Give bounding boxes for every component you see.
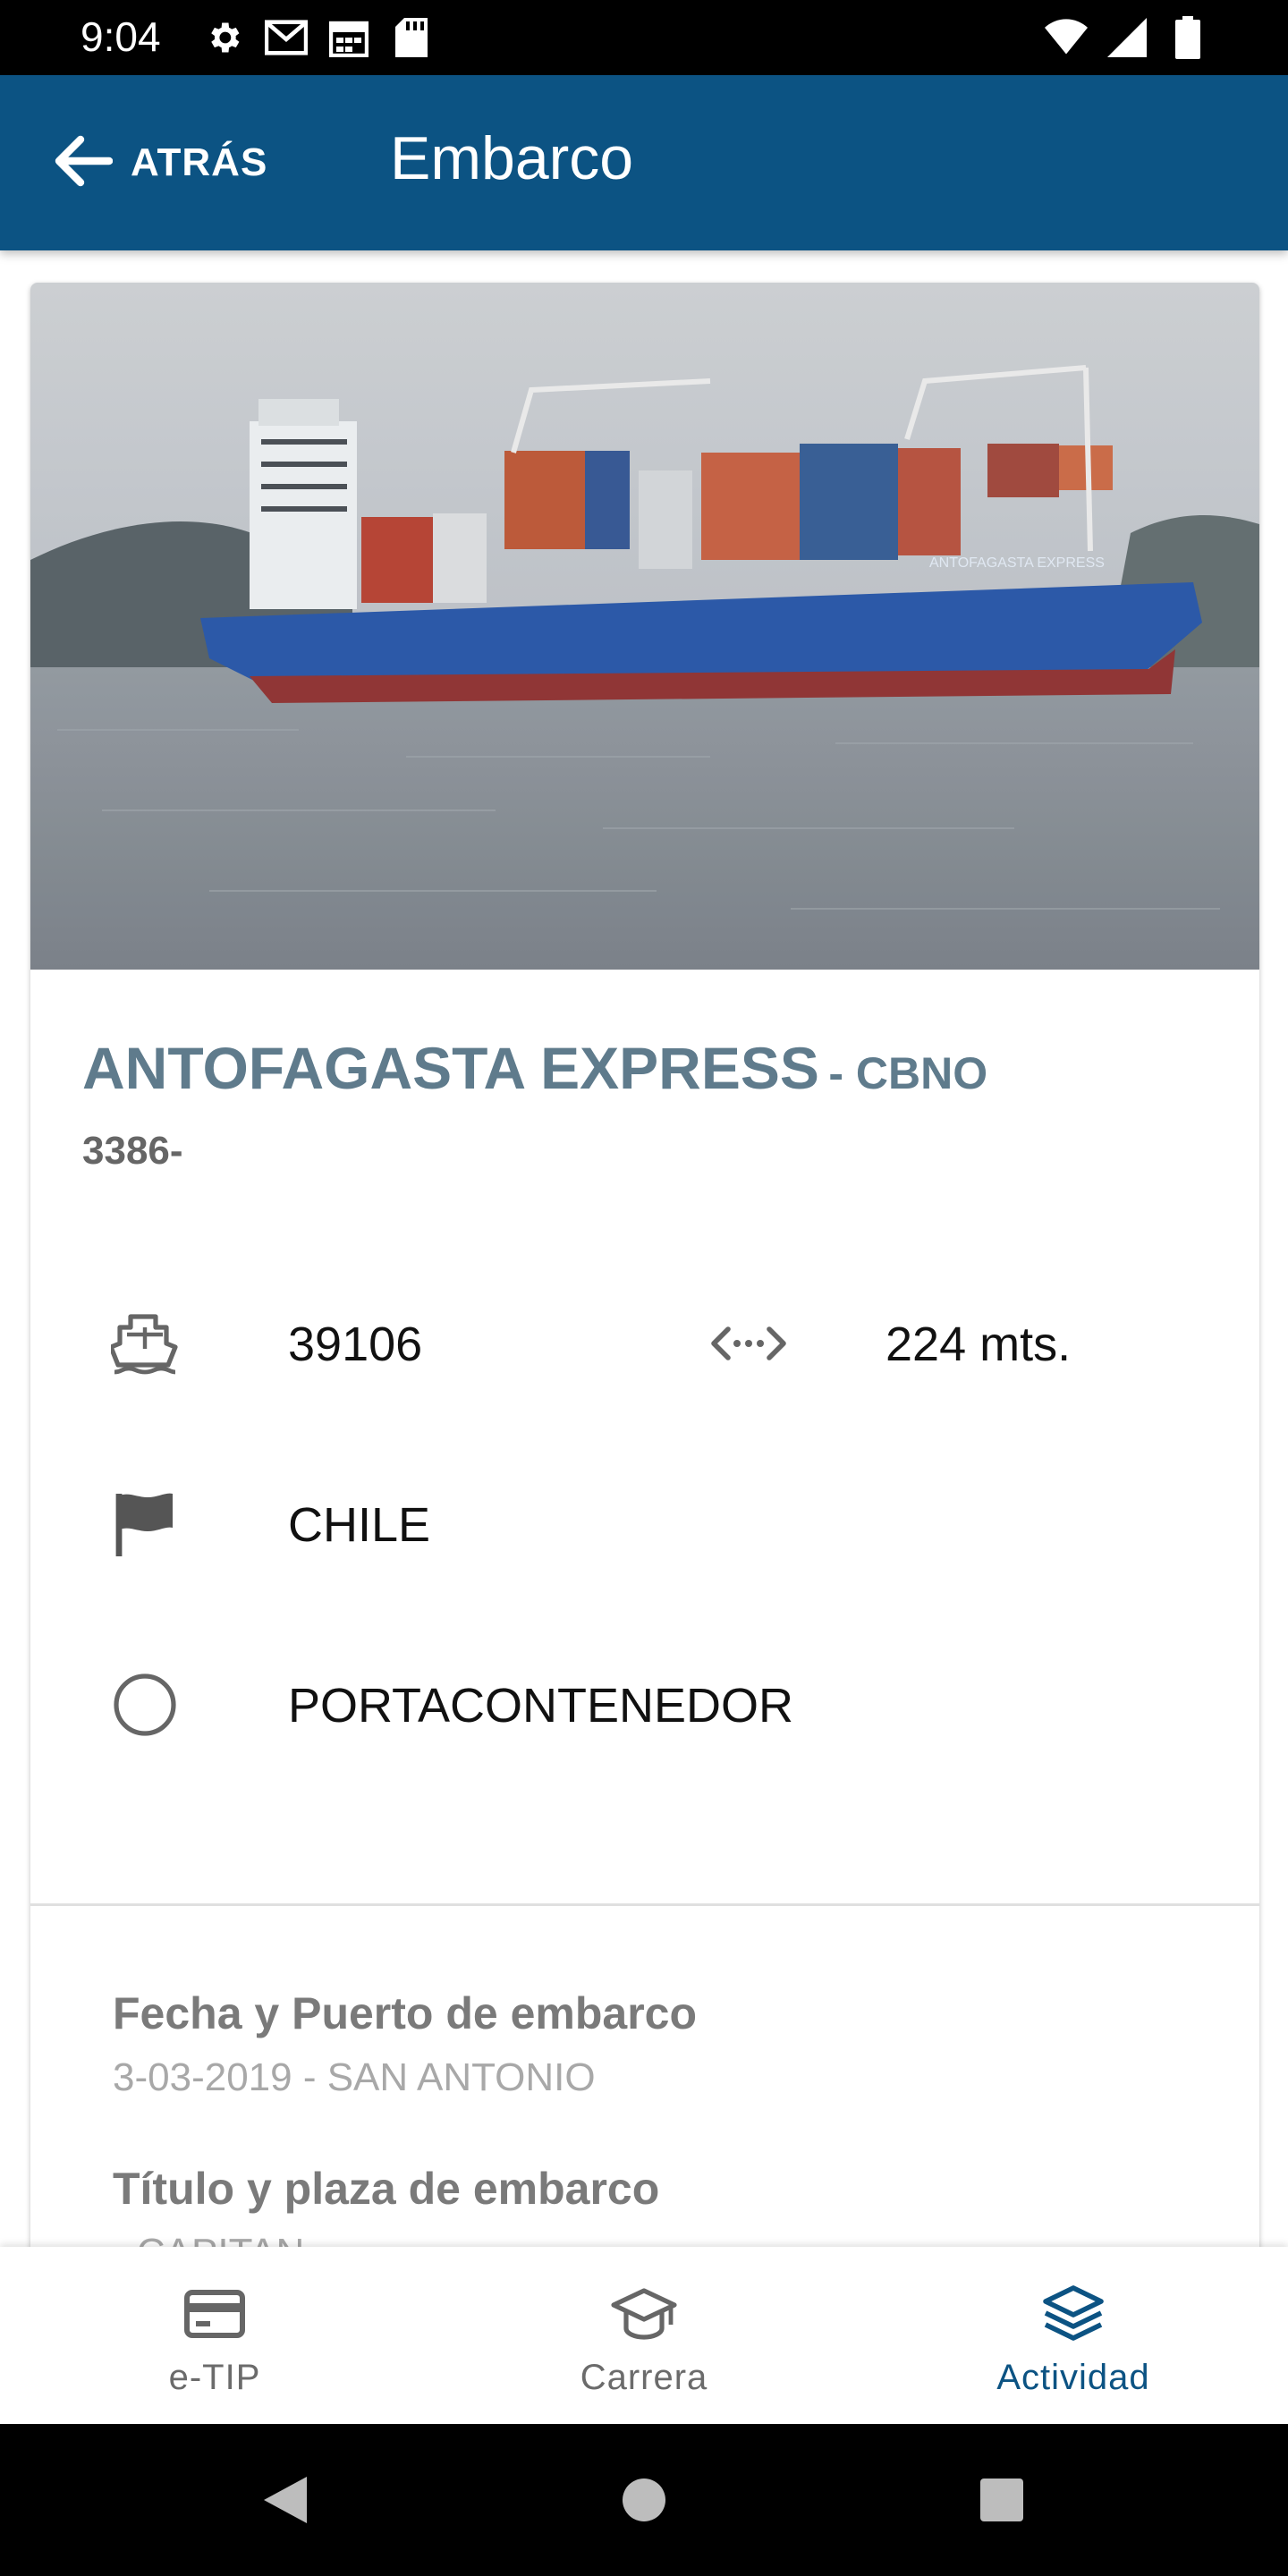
gmail-icon xyxy=(265,16,308,59)
tonnage-length-row: 39106 224 mts. xyxy=(30,1288,1259,1395)
app-bar: ATRÁS Embarco xyxy=(0,75,1288,250)
calendar-icon xyxy=(327,16,370,59)
vessel-subtitle: 3386- xyxy=(82,1129,183,1173)
back-triangle-icon[interactable] xyxy=(254,2469,317,2531)
status-icons-left xyxy=(202,16,433,59)
ship-photo: ANTOFAGASTA EXPRESS xyxy=(30,283,1259,970)
graduation-cap-icon xyxy=(608,2283,680,2345)
status-time: 9:04 xyxy=(80,13,161,60)
length-value: 224 mts. xyxy=(886,1318,1072,1371)
arrow-left-icon xyxy=(54,134,114,192)
embark-date-label: Fecha y Puerto de embarco xyxy=(113,1988,698,2038)
embark-date-value: 3-03-2019 - SAN ANTONIO xyxy=(113,2055,596,2099)
ship-icon xyxy=(111,1309,179,1377)
vessel-code: - CBNO xyxy=(828,1048,988,1098)
settings-icon xyxy=(202,16,245,59)
battery-icon xyxy=(1166,16,1209,59)
system-nav-bar xyxy=(0,2424,1288,2576)
sd-card-icon xyxy=(390,16,433,59)
flag-icon xyxy=(111,1490,179,1558)
circle-icon xyxy=(111,1671,179,1739)
length-arrows-icon xyxy=(708,1309,789,1377)
type-row: PORTACONTENEDOR xyxy=(30,1649,1259,1757)
home-circle-icon[interactable] xyxy=(613,2469,675,2531)
embark-title-label: Título y plaza de embarco xyxy=(113,2164,660,2214)
divider xyxy=(30,1903,1259,1906)
nav-item-etip[interactable]: e-TIP xyxy=(0,2247,429,2424)
vessel-title: ANTOFAGASTA EXPRESS - CBNO xyxy=(82,1034,987,1102)
tonnage-value: 39106 xyxy=(288,1318,423,1371)
nav-label-etip: e-TIP xyxy=(168,2358,261,2397)
flag-value: CHILE xyxy=(288,1498,431,1552)
flag-row: CHILE xyxy=(30,1469,1259,1576)
back-button[interactable]: ATRÁS xyxy=(54,129,267,197)
type-value: PORTACONTENEDOR xyxy=(288,1679,794,1733)
nav-item-actividad[interactable]: Actividad xyxy=(859,2247,1288,2424)
status-icons-right xyxy=(1045,16,1209,59)
page-title: Embarco xyxy=(390,124,634,192)
wifi-icon xyxy=(1045,16,1088,59)
recents-square-icon[interactable] xyxy=(970,2469,1033,2531)
layers-icon xyxy=(1038,2283,1109,2345)
status-bar: 9:04 xyxy=(0,0,1288,75)
vessel-card: ANTOFAGASTA EXPRESS ANTOFAGASTA EXPRESS … xyxy=(30,283,1259,2277)
bottom-nav: e-TIP Carrera Actividad xyxy=(0,2247,1288,2424)
nav-label-carrera: Carrera xyxy=(580,2358,708,2397)
vessel-name: ANTOFAGASTA EXPRESS xyxy=(82,1035,819,1101)
nav-label-actividad: Actividad xyxy=(996,2358,1150,2397)
card-icon xyxy=(179,2283,250,2345)
signal-icon xyxy=(1106,16,1148,59)
nav-item-carrera[interactable]: Carrera xyxy=(429,2247,859,2424)
back-label: ATRÁS xyxy=(131,140,268,184)
